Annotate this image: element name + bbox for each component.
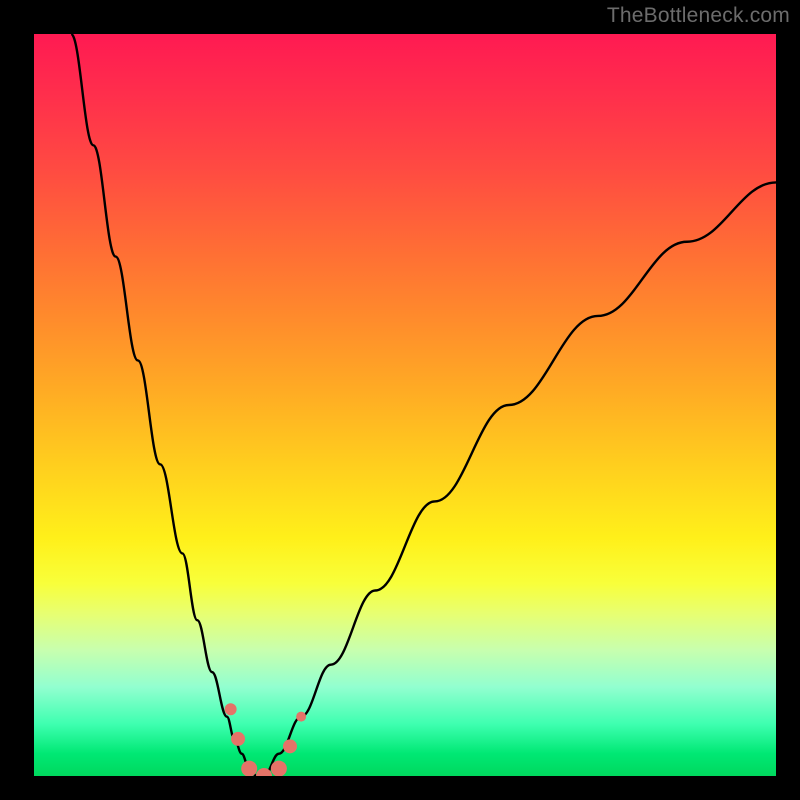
curve-marker [241,761,257,776]
chart-svg [34,34,776,776]
chart-frame: TheBottleneck.com [0,0,800,800]
curve-marker [271,761,287,776]
curve-marker [231,732,245,746]
curve-marker [283,739,297,753]
chart-plot-area [34,34,776,776]
watermark-text: TheBottleneck.com [607,4,790,28]
curve-markers [225,703,306,776]
right-curve [264,182,776,776]
left-curve [71,34,257,776]
curve-marker [296,712,306,722]
curve-marker [225,703,237,715]
